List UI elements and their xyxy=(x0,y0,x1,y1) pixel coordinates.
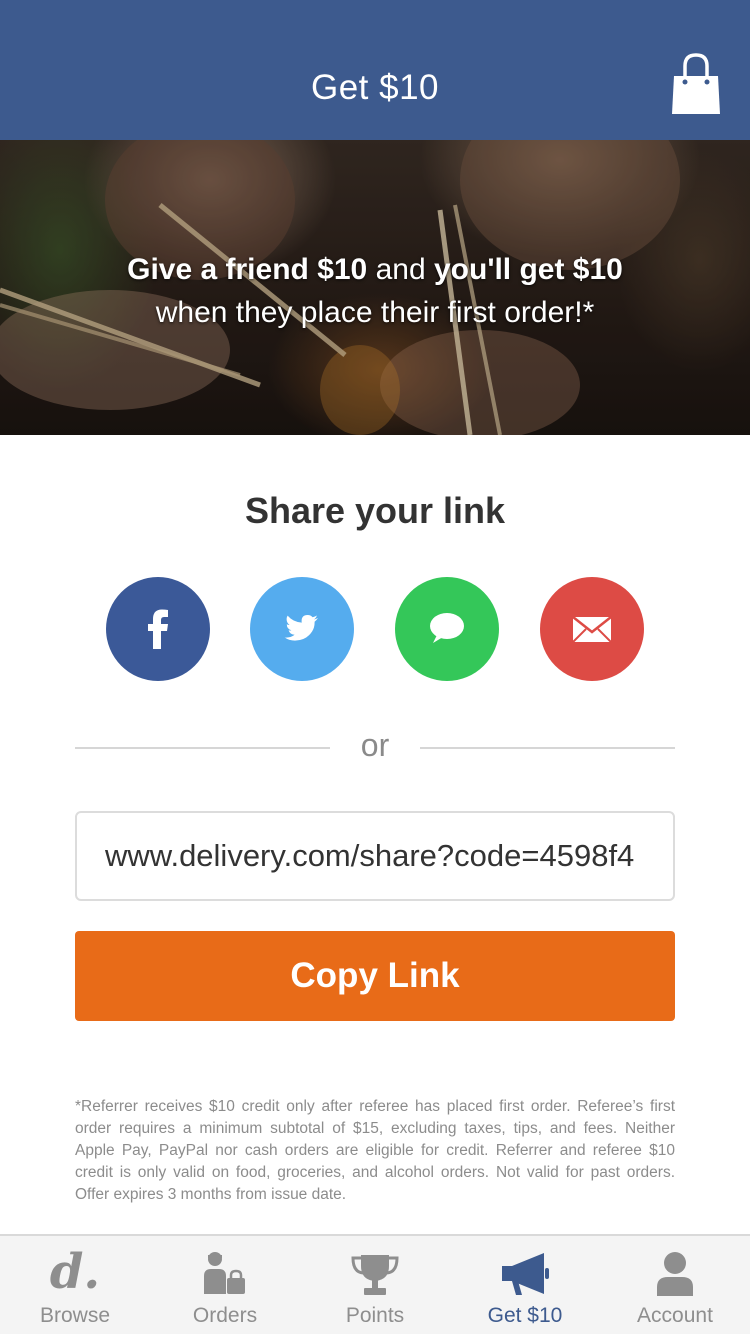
page-title: Get $10 xyxy=(310,68,440,107)
delivery-logo-icon: d. xyxy=(49,1244,101,1300)
share-link-input[interactable] xyxy=(105,813,673,899)
tab-get-10-label: Get $10 xyxy=(487,1304,563,1327)
share-section-title: Share your link xyxy=(244,490,506,531)
copy-link-button[interactable]: Copy Link xyxy=(75,931,675,1021)
top-nav-bar: Get $10 xyxy=(0,0,750,140)
hero-message: Give a friend $10 and you'll get $10 whe… xyxy=(0,248,750,334)
tab-browse[interactable]: d. Browse xyxy=(0,1236,150,1334)
or-separator: or xyxy=(360,727,390,763)
referral-disclaimer: *Referrer receives $10 credit only after… xyxy=(75,1098,675,1203)
tab-points-label: Points xyxy=(345,1304,405,1327)
email-share-button[interactable] xyxy=(540,577,644,681)
megaphone-icon xyxy=(502,1253,549,1295)
bottom-tab-bar: d. Browse Orders Points Get $10 Account xyxy=(0,1234,750,1334)
tab-account-label: Account xyxy=(637,1304,713,1327)
message-share-button[interactable] xyxy=(395,577,499,681)
person-icon xyxy=(657,1252,693,1296)
tab-orders[interactable]: Orders xyxy=(150,1236,300,1334)
hero-banner: Give a friend $10 and you'll get $10 whe… xyxy=(0,140,750,435)
divider-left xyxy=(75,747,330,749)
twitter-share-button[interactable] xyxy=(250,577,354,681)
orders-person-bag-icon xyxy=(204,1252,245,1294)
hero-get-text: you'll get $10 xyxy=(433,253,623,286)
tab-get-10[interactable]: Get $10 xyxy=(450,1236,600,1334)
twitter-icon xyxy=(284,615,318,641)
facebook-icon xyxy=(148,609,168,649)
hero-give-text: Give a friend $10 xyxy=(127,253,368,286)
shopping-bag-icon xyxy=(672,53,720,114)
hero-condition-text: when they place their first order!* xyxy=(155,296,595,329)
tab-orders-label: Orders xyxy=(192,1304,258,1327)
envelope-icon xyxy=(572,616,612,643)
message-bubble-icon xyxy=(430,613,464,643)
referral-screen: Get $10 Give a friend $10 and you'll get… xyxy=(0,0,750,1334)
divider-right xyxy=(420,747,675,749)
tab-account[interactable]: Account xyxy=(600,1236,750,1334)
share-link-field[interactable] xyxy=(75,811,675,901)
hero-and-text: and xyxy=(367,253,434,286)
trophy-icon xyxy=(351,1255,399,1295)
tab-browse-label: Browse xyxy=(39,1304,111,1327)
tab-points[interactable]: Points xyxy=(300,1236,450,1334)
cart-button[interactable] xyxy=(670,52,722,116)
facebook-share-button[interactable] xyxy=(106,577,210,681)
